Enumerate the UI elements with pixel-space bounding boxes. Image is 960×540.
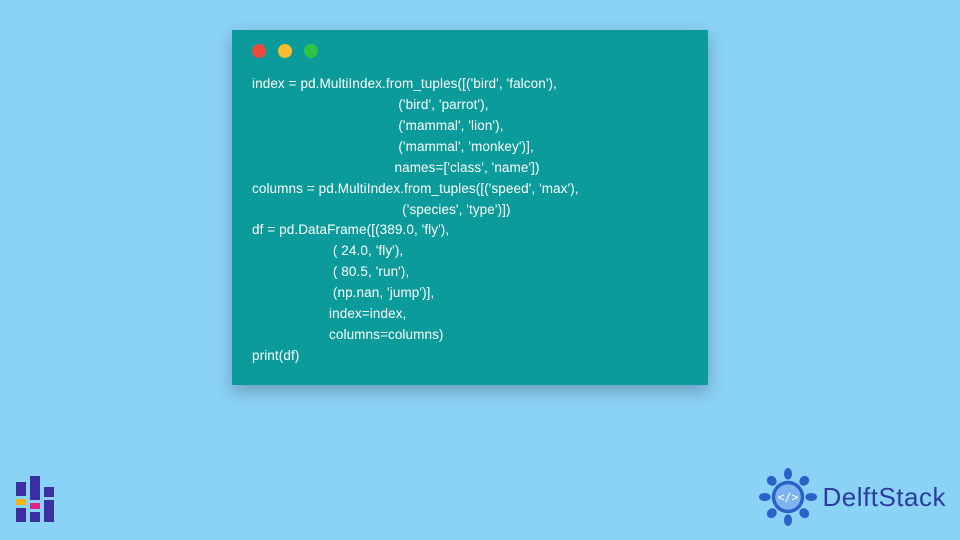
logo-bar	[30, 476, 40, 522]
close-icon	[252, 44, 266, 58]
code-block: index = pd.MultiIndex.from_tuples([('bir…	[252, 74, 688, 367]
logo-segment	[30, 476, 40, 500]
logo-segment	[30, 512, 40, 522]
minimize-icon	[278, 44, 292, 58]
window-traffic-lights	[252, 44, 688, 58]
logo-bar	[16, 482, 26, 522]
logo-segment	[16, 482, 26, 496]
logo-segment	[16, 508, 26, 522]
zoom-icon	[304, 44, 318, 58]
svg-text:</>: </>	[777, 490, 798, 504]
brand-name: DelftStack	[823, 482, 947, 513]
logo-bar	[44, 487, 54, 522]
logo-segment	[16, 499, 26, 505]
logo-left-icon	[16, 474, 54, 522]
logo-segment	[44, 500, 54, 522]
logo-segment	[44, 487, 54, 497]
logo-segment	[30, 503, 40, 509]
brand-gear-icon: </>	[759, 468, 817, 526]
brand: </> DelftStack	[759, 468, 947, 526]
code-window: index = pd.MultiIndex.from_tuples([('bir…	[232, 30, 708, 385]
